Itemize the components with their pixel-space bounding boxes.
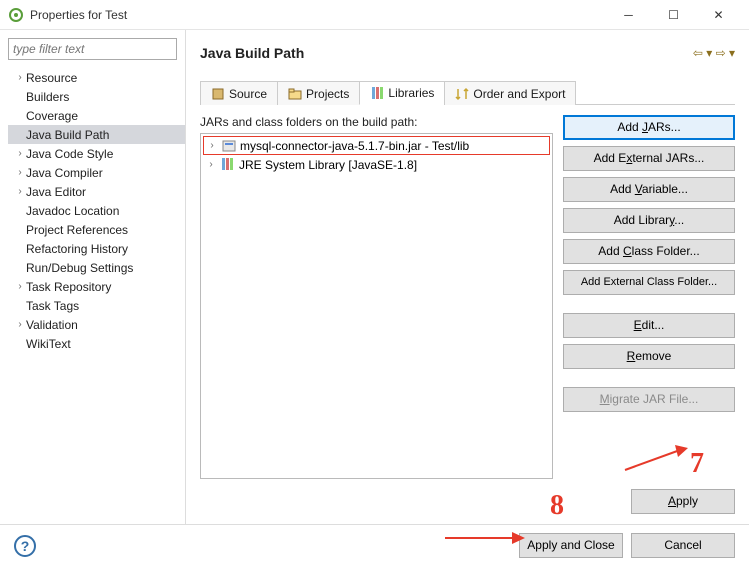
button-column: Add JARs... Add External JARs... Add Var… [563,115,735,479]
add-external-jars-button[interactable]: Add External JARs... [563,146,735,171]
sidebar-item-refactoring-history[interactable]: Refactoring History [8,239,185,258]
nav-arrows[interactable]: ⇦ ▾ ⇨ ▾ [693,46,735,60]
jar-item[interactable]: ›JRE System Library [JavaSE-1.8] [203,155,550,174]
libraries-icon [370,86,384,100]
sidebar-item-run-debug-settings[interactable]: Run/Debug Settings [8,258,185,277]
remove-button[interactable]: Remove [563,344,735,369]
edit-button[interactable]: Edit... [563,313,735,338]
title-bar: Properties for Test ─ ☐ ✕ [0,0,749,30]
cancel-button[interactable]: Cancel [631,533,735,558]
apply-close-button[interactable]: Apply and Close [519,533,623,558]
tab-projects[interactable]: Projects [277,81,360,105]
tab-order-and-export[interactable]: Order and Export [444,81,576,105]
sidebar-item-coverage[interactable]: Coverage [8,106,185,125]
sidebar-item-task-tags[interactable]: Task Tags [8,296,185,315]
tab-source[interactable]: Source [200,81,278,105]
projects-icon [288,87,302,101]
sidebar-item-validation[interactable]: ›Validation [8,315,185,334]
sidebar-item-project-references[interactable]: Project References [8,220,185,239]
window-title: Properties for Test [30,8,606,22]
sidebar-item-java-compiler[interactable]: ›Java Compiler [8,163,185,182]
source-icon [211,87,225,101]
help-icon[interactable]: ? [14,535,36,557]
add-external-class-folder-button[interactable]: Add External Class Folder... [563,270,735,295]
sidebar-item-builders[interactable]: Builders [8,87,185,106]
add-variable-button[interactable]: Add Variable... [563,177,735,202]
sidebar-item-java-code-style[interactable]: ›Java Code Style [8,144,185,163]
close-button[interactable]: ✕ [696,0,741,30]
migrate-button: Migrate JAR File... [563,387,735,412]
tab-bar: SourceProjectsLibrariesOrder and Export [200,80,735,105]
add-class-folder-button[interactable]: Add Class Folder... [563,239,735,264]
sidebar: ›ResourceBuildersCoverageJava Build Path… [0,30,186,524]
jar-item[interactable]: ›mysql-connector-java-5.1.7-bin.jar - Te… [203,136,550,155]
add-library-button[interactable]: Add Library... [563,208,735,233]
sidebar-item-task-repository[interactable]: ›Task Repository [8,277,185,296]
content-area: Java Build Path ⇦ ▾ ⇨ ▾ SourceProjectsLi… [186,30,749,524]
filter-input[interactable] [8,38,177,60]
jre-icon [220,157,236,173]
sidebar-item-java-editor[interactable]: ›Java Editor [8,182,185,201]
page-title: Java Build Path [200,45,693,61]
jar-list-label: JARs and class folders on the build path… [200,115,553,129]
add-jars-button[interactable]: Add JARs... [563,115,735,140]
category-tree[interactable]: ›ResourceBuildersCoverageJava Build Path… [0,68,185,353]
properties-icon [8,7,24,23]
sidebar-item-javadoc-location[interactable]: Javadoc Location [8,201,185,220]
jar-icon [221,138,237,154]
sidebar-item-java-build-path[interactable]: Java Build Path [8,125,185,144]
footer: ? Apply and Close Cancel [0,524,749,566]
sidebar-item-wikitext[interactable]: WikiText [8,334,185,353]
jar-list[interactable]: ›mysql-connector-java-5.1.7-bin.jar - Te… [200,133,553,479]
apply-button[interactable]: Apply [631,489,735,514]
maximize-button[interactable]: ☐ [651,0,696,30]
sidebar-item-resource[interactable]: ›Resource [8,68,185,87]
minimize-button[interactable]: ─ [606,0,651,30]
tab-libraries[interactable]: Libraries [359,81,445,105]
order-icon [455,87,469,101]
